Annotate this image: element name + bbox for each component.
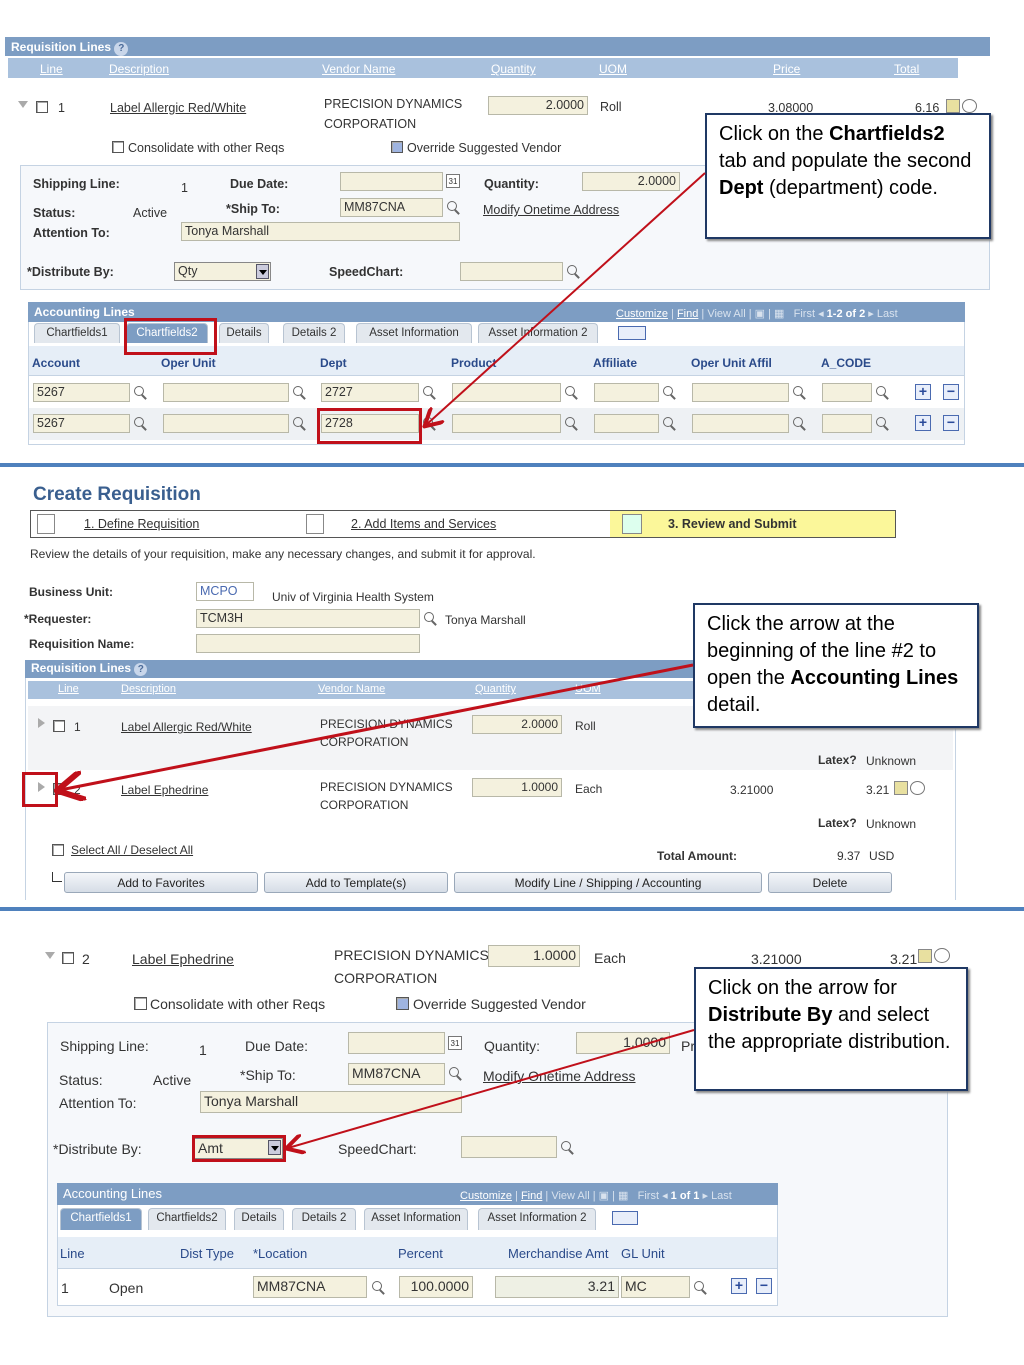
arrow-to-dept [426,172,706,425]
arrow-to-expand [60,663,694,790]
arrow-to-distribute [288,1029,695,1148]
annotation-arrows [0,172,706,1365]
